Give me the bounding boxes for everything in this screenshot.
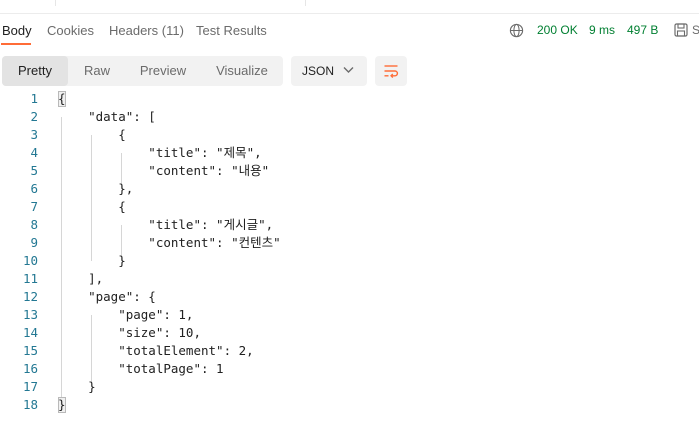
response-size[interactable]: 497 B [627, 23, 658, 37]
code-text: "page": { [58, 289, 156, 304]
tab-headers[interactable]: Headers (11) [109, 23, 184, 38]
code-line: 12 "page": { [0, 288, 699, 306]
line-number: 16 [22, 361, 38, 376]
code-text: "totalPage": 1 [58, 361, 224, 376]
line-number: 11 [22, 271, 38, 286]
code-line: 9 "content": "컨텐츠" [0, 234, 699, 252]
view-raw-button[interactable]: Raw [72, 56, 122, 86]
code-text: "title": "제목", [58, 145, 262, 160]
line-number: 12 [22, 289, 38, 304]
code-line: 4 "title": "제목", [0, 144, 699, 162]
code-text: }, [58, 181, 134, 196]
line-number: 3 [30, 127, 38, 142]
top-panel-edge [0, 0, 699, 14]
code-line: 2 "data": [ [0, 108, 699, 126]
code-line: 10 } [0, 252, 699, 270]
code-text: "data": [ [58, 109, 156, 124]
line-number: 15 [22, 343, 38, 358]
line-number: 1 [30, 91, 38, 106]
code-text: } [58, 397, 66, 412]
code-text: { [58, 127, 126, 142]
line-number: 4 [30, 145, 38, 160]
line-number: 7 [30, 199, 38, 214]
line-number: 14 [22, 325, 38, 340]
format-select-value: JSON [302, 64, 335, 78]
response-body-editor[interactable]: 1{ 2 "data": [ 3 { 4 "title": "제목", 5 "c… [0, 90, 699, 430]
code-text: "title": "게시글", [58, 217, 274, 232]
code-line: 11 ], [0, 270, 699, 288]
view-visualize-button[interactable]: Visualize [206, 56, 278, 86]
code-text: "size": 10, [58, 325, 201, 340]
code-line: 3 { [0, 126, 699, 144]
active-tab-indicator [1, 43, 31, 45]
tab-body[interactable]: Body [2, 23, 32, 38]
wrap-lines-icon [384, 65, 399, 79]
line-number: 2 [30, 109, 38, 124]
code-line: 18} [0, 396, 699, 414]
line-number: 10 [22, 253, 38, 268]
line-number: 13 [22, 307, 38, 322]
code-text: } [58, 253, 126, 268]
code-text: { [58, 91, 66, 106]
wrap-lines-button[interactable] [375, 56, 407, 86]
save-icon[interactable] [674, 23, 688, 37]
chevron-down-icon [343, 67, 354, 73]
code-line: 1{ [0, 90, 699, 108]
view-mode-group: Pretty Raw Preview Visualize [2, 56, 283, 86]
globe-icon[interactable] [509, 23, 524, 38]
code-line: 8 "title": "게시글", [0, 216, 699, 234]
code-text: "content": "컨텐츠" [58, 235, 281, 250]
line-number: 8 [30, 217, 38, 232]
top-panel-cell [56, 0, 306, 6]
line-number: 18 [22, 397, 38, 412]
tab-test-results[interactable]: Test Results [196, 23, 267, 38]
code-text: "page": 1, [58, 307, 194, 322]
line-number: 5 [30, 163, 38, 178]
tab-cookies[interactable]: Cookies [47, 23, 94, 38]
code-text: "content": "내용" [58, 163, 270, 178]
code-text: } [58, 379, 96, 394]
code-line: 7 { [0, 198, 699, 216]
code-line: 15 "totalElement": 2, [0, 342, 699, 360]
format-select[interactable]: JSON [291, 56, 367, 86]
code-text: ], [58, 271, 104, 286]
view-pretty-button[interactable]: Pretty [2, 56, 68, 86]
status-code[interactable]: 200 OK [537, 23, 578, 37]
code-line: 13 "page": 1, [0, 306, 699, 324]
line-number: 9 [30, 235, 38, 250]
code-text: "totalElement": 2, [58, 343, 254, 358]
code-line: 14 "size": 10, [0, 324, 699, 342]
code-line: 5 "content": "내용" [0, 162, 699, 180]
line-number: 17 [22, 379, 38, 394]
response-time[interactable]: 9 ms [589, 23, 615, 37]
top-panel-cell [0, 0, 56, 6]
view-preview-button[interactable]: Preview [128, 56, 198, 86]
save-response-label[interactable]: S [692, 23, 699, 37]
line-number: 6 [30, 181, 38, 196]
code-line: 17 } [0, 378, 699, 396]
code-line: 16 "totalPage": 1 [0, 360, 699, 378]
code-text: { [58, 199, 126, 214]
code-line: 6 }, [0, 180, 699, 198]
